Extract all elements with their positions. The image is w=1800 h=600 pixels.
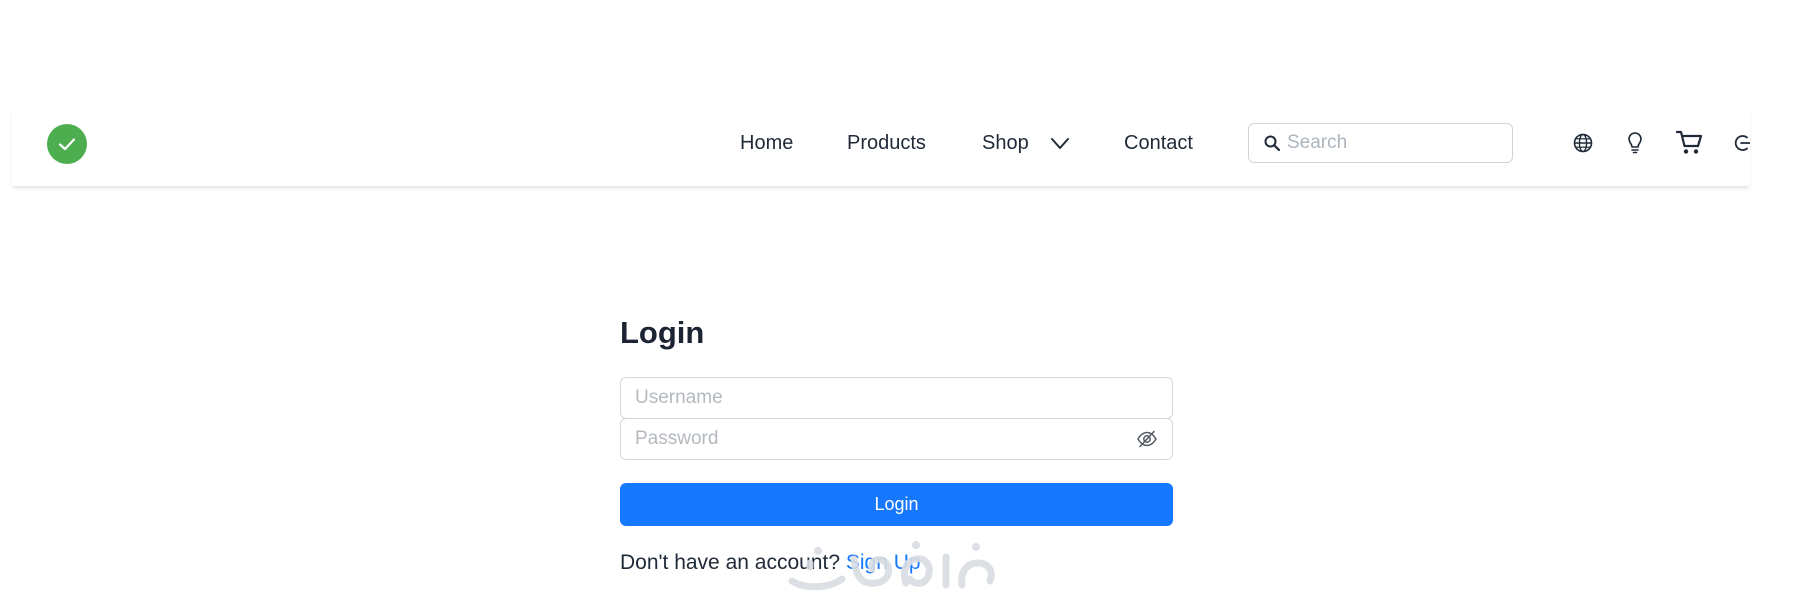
logout-icon[interactable] [1733,133,1750,153]
search-icon [1264,135,1281,152]
logo-check-icon[interactable] [47,124,87,164]
nav-products-link[interactable]: Products [847,132,926,155]
lightbulb-icon[interactable] [1625,131,1645,155]
nav-shop-link[interactable]: Shop [982,132,1029,155]
eye-off-icon[interactable] [1136,429,1158,449]
username-input[interactable] [635,378,1135,418]
watermark-logo [788,541,995,591]
login-title: Login [620,315,705,350]
page: Home Products Shop Contact Search Login … [0,0,1800,600]
login-button[interactable]: Login [620,483,1173,526]
navbar: Home Products Shop Contact [12,110,1750,186]
globe-icon[interactable] [1572,132,1594,154]
username-field[interactable] [620,377,1173,419]
search-box[interactable] [1248,123,1513,163]
nav-contact-link[interactable]: Contact [1124,132,1193,155]
check-icon [58,138,76,151]
password-field[interactable] [620,418,1173,460]
chevron-down-icon[interactable] [1050,135,1070,153]
search-input[interactable] [1287,132,1497,154]
nav-home-link[interactable]: Home [740,132,793,155]
password-input[interactable] [635,419,1135,459]
cart-icon[interactable] [1674,127,1704,157]
